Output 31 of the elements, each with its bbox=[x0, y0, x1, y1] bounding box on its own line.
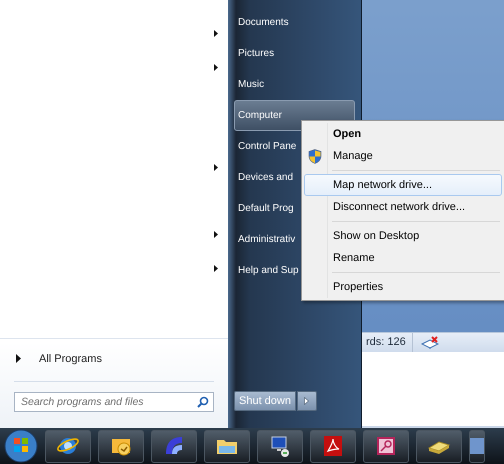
taskbar-button[interactable] bbox=[204, 430, 250, 462]
all-programs-link[interactable]: All Programs bbox=[14, 344, 214, 382]
menu-item[interactable]: Map network drive... bbox=[304, 174, 502, 196]
book-error-icon[interactable] bbox=[420, 336, 439, 350]
shut-down-options-button[interactable] bbox=[296, 390, 317, 411]
taskbar-button[interactable] bbox=[416, 430, 462, 462]
menu-item[interactable]: Show on Desktop bbox=[304, 225, 502, 247]
search-field[interactable]: Search programs and files bbox=[14, 392, 214, 412]
menu-item[interactable]: Manage bbox=[304, 145, 502, 167]
submenu-arrow-icon[interactable] bbox=[214, 64, 218, 71]
submenu-arrow-icon[interactable] bbox=[214, 164, 218, 172]
search-icon[interactable] bbox=[197, 396, 209, 408]
start-orb-icon[interactable] bbox=[4, 429, 38, 463]
taskbar-button[interactable] bbox=[98, 430, 144, 462]
taskbar-button[interactable] bbox=[363, 430, 409, 462]
submenu-arrow-icon[interactable] bbox=[214, 30, 218, 38]
taskbar-button[interactable] bbox=[257, 430, 303, 462]
submenu-arrow-icon[interactable] bbox=[214, 264, 218, 272]
menu-item[interactable]: Rename bbox=[304, 247, 502, 269]
arrow-icon bbox=[304, 396, 310, 405]
triangle-icon bbox=[16, 354, 21, 364]
start-menu-item[interactable]: Music bbox=[234, 69, 355, 100]
start-menu-item[interactable]: Pictures bbox=[234, 38, 355, 69]
submenu-arrow-icon[interactable] bbox=[214, 231, 218, 238]
document-icon bbox=[321, 434, 345, 458]
menu-item[interactable]: Properties bbox=[304, 276, 502, 298]
taskbar-button[interactable] bbox=[45, 430, 91, 462]
menu-item[interactable]: Disconnect network drive... bbox=[304, 196, 502, 218]
start-menu-item[interactable]: Documents bbox=[234, 7, 355, 38]
taskbar-button[interactable] bbox=[310, 430, 356, 462]
taskbar-button[interactable] bbox=[151, 430, 197, 462]
